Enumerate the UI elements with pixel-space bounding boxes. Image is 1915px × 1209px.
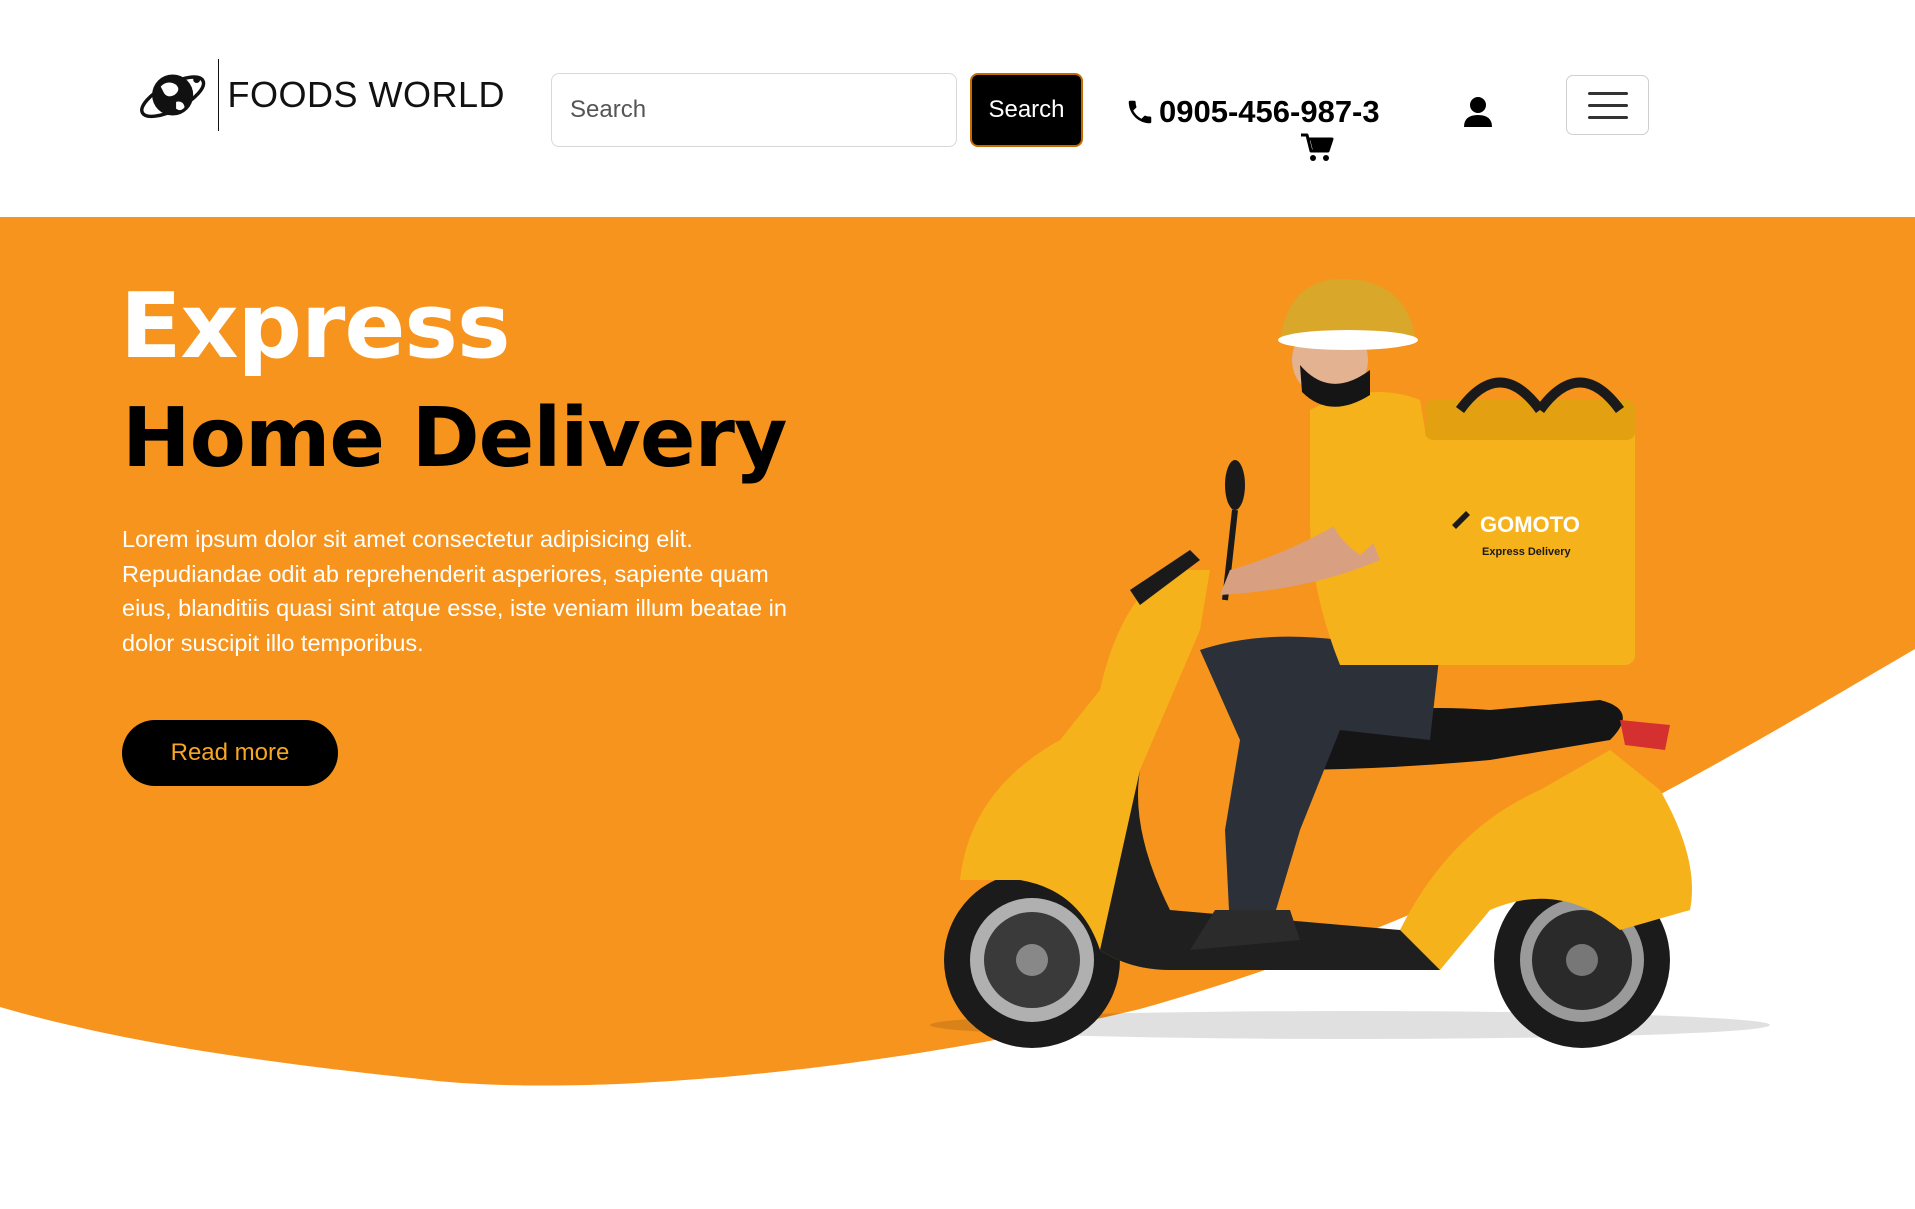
hero-title-line-1: Express <box>120 274 511 379</box>
hero-title-line-2: Home Delivery <box>122 391 787 486</box>
hamburger-menu-icon[interactable] <box>1566 75 1649 135</box>
brand-logo[interactable]: FOODS WORLD <box>135 55 505 135</box>
logo-divider <box>217 59 220 131</box>
search-input[interactable] <box>551 73 957 147</box>
globe-logo-icon <box>140 74 206 119</box>
cart-icon[interactable] <box>1300 132 1334 162</box>
bag-brand: GOMOTO <box>1480 512 1580 537</box>
brand-name: FOODS WORLD <box>227 74 505 115</box>
user-icon[interactable] <box>1463 96 1493 128</box>
phone-icon <box>1128 100 1152 124</box>
phone-contact[interactable]: 0905-456-987-3 <box>1125 92 1380 132</box>
read-more-button[interactable]: Read more <box>122 720 338 786</box>
bag-tagline: Express Delivery <box>1482 546 1572 558</box>
search-button[interactable]: Search <box>970 73 1083 147</box>
site-header: FOODS WORLD Search 0905-456-987-3 <box>0 0 1915 217</box>
phone-number: 0905-456-987-3 <box>1159 94 1380 129</box>
hero-description: Lorem ipsum dolor sit amet consectetur a… <box>122 526 787 656</box>
delivery-rider-image: GOMOTO Express Delivery <box>930 278 1770 1048</box>
